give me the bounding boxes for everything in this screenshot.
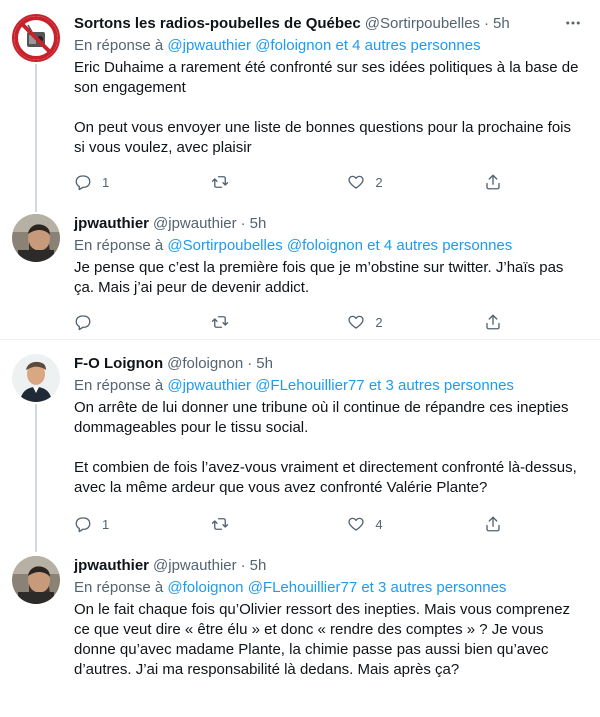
- reply-button[interactable]: 1: [74, 514, 134, 534]
- mention-link[interactable]: @foloignon: [255, 37, 331, 54]
- avatar[interactable]: [12, 354, 60, 402]
- mention-link[interactable]: @jpwauthier: [167, 377, 251, 394]
- avatar[interactable]: [12, 214, 60, 262]
- tweet-paragraph: Eric Duhaime a rarement été confronté su…: [74, 59, 579, 96]
- share-icon: [486, 516, 500, 532]
- reply-count: 1: [102, 174, 110, 190]
- more-button[interactable]: [562, 12, 584, 34]
- mention-link[interactable]: @FLehouillier77: [248, 579, 357, 596]
- like-button[interactable]: 4: [347, 514, 407, 534]
- others-link[interactable]: et 3 autres personnes: [369, 377, 514, 394]
- avatar[interactable]: [12, 556, 60, 604]
- tweet-paragraph: Et combien de fois l’avez-vous vraiment …: [74, 459, 577, 496]
- reply-context: En réponse à @Sortirpoubelles @foloignon…: [74, 236, 584, 256]
- reply-icon: [75, 315, 91, 331]
- like-count: 2: [375, 314, 383, 330]
- user-handle[interactable]: @Sortirpoubelles: [365, 14, 480, 34]
- mention-link[interactable]: @Sortirpoubelles: [167, 237, 282, 254]
- like-count: 4: [375, 516, 383, 532]
- thread-line: [35, 64, 37, 208]
- mention-link[interactable]: @foloignon: [167, 579, 243, 596]
- display-name[interactable]: jpwauthier: [74, 214, 149, 234]
- display-name[interactable]: Sortons les radios-poubelles de Québec: [74, 14, 361, 34]
- tweet-text: On arrête de lui donner une tribune où i…: [74, 398, 584, 498]
- tweet-paragraph: On peut vous envoyer une liste de bonnes…: [74, 119, 571, 156]
- reply-count: 1: [102, 516, 110, 532]
- no-radio-logo-icon: [14, 16, 58, 60]
- reply-icon: [75, 517, 91, 533]
- reply-prefix: En réponse à: [74, 37, 164, 54]
- tweet-text: Je pense que c’est la première fois que …: [74, 258, 584, 298]
- retweet-icon: [211, 316, 228, 328]
- tweet-text: On le fait chaque fois qu’Olivier ressor…: [74, 600, 584, 680]
- reply-button[interactable]: 1: [74, 172, 134, 192]
- user-handle[interactable]: @jpwauthier: [153, 214, 237, 234]
- timestamp[interactable]: 5h: [250, 556, 267, 576]
- others-link[interactable]: et 3 autres personnes: [361, 579, 506, 596]
- like-icon: [348, 175, 364, 189]
- others-link[interactable]: et 4 autres personnes: [335, 37, 480, 54]
- thread-line: [35, 542, 37, 552]
- tweet[interactable]: Sortons les radios-poubelles de Québec @…: [0, 0, 600, 208]
- share-button[interactable]: [484, 172, 504, 192]
- retweet-icon: [211, 518, 228, 530]
- tweet-text: Eric Duhaime a rarement été confronté su…: [74, 58, 584, 158]
- mention-link[interactable]: @foloignon: [287, 237, 363, 254]
- thread-line: [35, 208, 37, 212]
- separator-dot: ·: [247, 355, 253, 372]
- like-icon: [348, 517, 364, 531]
- avatar[interactable]: [12, 14, 60, 62]
- timestamp[interactable]: 5h: [250, 214, 267, 234]
- reply-icon: [75, 175, 91, 191]
- reply-button[interactable]: [74, 312, 134, 332]
- like-button[interactable]: 2: [347, 172, 407, 192]
- like-count: 2: [375, 174, 383, 190]
- reply-prefix: En réponse à: [74, 579, 164, 596]
- share-icon: [486, 174, 500, 190]
- mention-link[interactable]: @jpwauthier: [167, 37, 251, 54]
- tweet-paragraph: Je pense que c’est la première fois que …: [74, 259, 564, 296]
- reply-context: En réponse à @jpwauthier @FLehouillier77…: [74, 376, 584, 396]
- tweet[interactable]: jpwauthier @jpwauthier · 5h En réponse à…: [0, 208, 600, 340]
- timestamp[interactable]: 5h: [256, 354, 273, 374]
- others-link[interactable]: et 4 autres personnes: [367, 237, 512, 254]
- mention-link[interactable]: @FLehouillier77: [255, 377, 364, 394]
- share-icon: [486, 314, 500, 330]
- reply-context: En réponse à @foloignon @FLehouillier77 …: [74, 578, 584, 598]
- user-photo-icon: [12, 354, 60, 402]
- tweet-paragraph: On le fait chaque fois qu’Olivier ressor…: [74, 601, 571, 678]
- share-button[interactable]: [484, 312, 504, 332]
- like-icon: [348, 315, 364, 329]
- display-name[interactable]: F-O Loignon: [74, 354, 163, 374]
- separator-dot: ·: [240, 557, 246, 574]
- user-photo-icon: [12, 214, 60, 262]
- thread-line: [35, 404, 37, 542]
- user-photo-icon: [12, 556, 60, 604]
- user-handle[interactable]: @foloignon: [167, 354, 243, 374]
- timestamp[interactable]: 5h: [493, 14, 510, 34]
- separator-dot: ·: [240, 215, 246, 232]
- retweet-icon: [211, 176, 228, 188]
- retweet-button[interactable]: [211, 312, 271, 332]
- display-name[interactable]: jpwauthier: [74, 556, 149, 576]
- like-button[interactable]: 2: [347, 312, 407, 332]
- reply-prefix: En réponse à: [74, 237, 164, 254]
- reply-prefix: En réponse à: [74, 377, 164, 394]
- share-button[interactable]: [484, 514, 504, 534]
- user-handle[interactable]: @jpwauthier: [153, 556, 237, 576]
- reply-context: En réponse à @jpwauthier @foloignon et 4…: [74, 36, 584, 56]
- tweet[interactable]: F-O Loignon @foloignon · 5h En réponse à…: [0, 340, 600, 542]
- retweet-button[interactable]: [211, 172, 271, 192]
- tweet-paragraph: On arrête de lui donner une tribune où i…: [74, 399, 569, 436]
- more-icon: [566, 21, 580, 25]
- retweet-button[interactable]: [211, 514, 271, 534]
- separator-dot: ·: [484, 15, 490, 32]
- tweet[interactable]: jpwauthier @jpwauthier · 5h En réponse à…: [0, 542, 600, 717]
